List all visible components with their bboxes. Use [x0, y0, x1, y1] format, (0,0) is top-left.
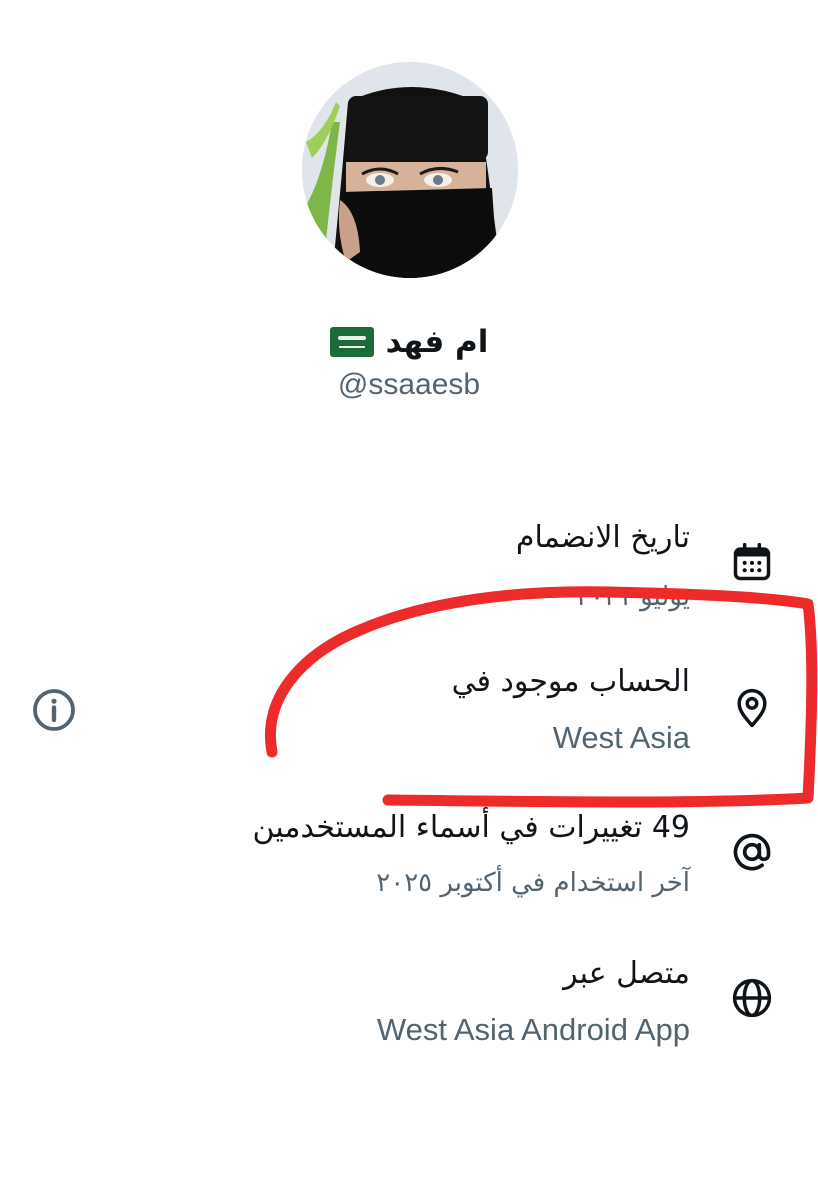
row-title: الحساب موجود في	[451, 664, 690, 699]
display-name: ام فهد	[385, 324, 489, 360]
saudi-flag-icon	[329, 327, 374, 357]
profile-handle[interactable]: @ssaaesb	[0, 368, 818, 402]
at-sign-icon	[733, 833, 771, 871]
row-title: تاريخ الانضمام	[515, 520, 690, 555]
avatar[interactable]	[302, 62, 518, 278]
calendar-icon	[733, 542, 771, 581]
row-value: West Asia	[552, 720, 690, 755]
row-value: يوليو ٢٠٢١	[576, 582, 690, 612]
profile-name-row: ام فهد	[0, 320, 818, 364]
info-icon[interactable]	[30, 686, 78, 734]
row-title: 49 تغييرات في أسماء المستخدمين	[252, 810, 690, 845]
row-value: West Asia Android App	[376, 1012, 690, 1047]
globe-icon	[732, 978, 772, 1018]
row-value: آخر استخدام في أكتوبر ٢٠٢٥	[376, 868, 690, 898]
location-pin-icon	[737, 688, 767, 728]
avatar-image	[302, 62, 518, 278]
row-title: متصل عبر	[563, 956, 690, 991]
